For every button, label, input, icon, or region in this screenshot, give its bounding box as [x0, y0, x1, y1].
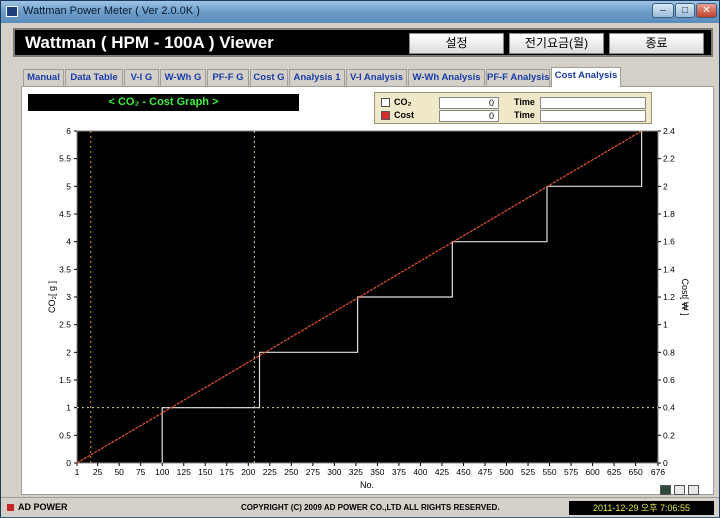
x-tick-label: 300: [327, 467, 341, 477]
zoom-icon[interactable]: [674, 485, 685, 495]
y-left-axis-label: CO₂[ g ]: [47, 281, 57, 313]
x-tick-label: 650: [629, 467, 643, 477]
x-tick-label: 225: [263, 467, 277, 477]
y-right-axis-label: Cost[ ₩ ]: [680, 278, 690, 315]
y-left-tick-label: 2: [66, 347, 71, 357]
y-right-tick-label: 2.4: [663, 126, 675, 136]
y-right-tick-label: 1.6: [663, 237, 675, 247]
x-tick-label: 500: [499, 467, 513, 477]
grid-icon[interactable]: [660, 485, 671, 495]
y-right-tick-label: 1.4: [663, 264, 675, 274]
copyright-text: COPYRIGHT (C) 2009 AD POWER CO.,LTD ALL …: [241, 503, 500, 512]
datetime-display: 2011-12-29 오후 7:06:55: [569, 501, 714, 515]
x-tick-label: 625: [607, 467, 621, 477]
x-tick-label: 550: [542, 467, 556, 477]
x-tick-label: 676: [651, 467, 665, 477]
x-tick-label: 475: [478, 467, 492, 477]
x-axis-label: No.: [360, 480, 374, 490]
logo-text: AD POWER: [18, 502, 68, 512]
x-tick-label: 375: [392, 467, 406, 477]
y-left-tick-label: 6: [66, 126, 71, 136]
status-bar: AD POWER COPYRIGHT (C) 2009 AD POWER CO.…: [1, 497, 719, 517]
x-tick-label: 150: [198, 467, 212, 477]
x-tick-label: 250: [284, 467, 298, 477]
y-right-tick-label: 0: [663, 458, 668, 468]
y-left-tick-label: 5: [66, 181, 71, 191]
x-tick-label: 325: [349, 467, 363, 477]
y-right-tick-label: 1.8: [663, 209, 675, 219]
x-tick-label: 275: [306, 467, 320, 477]
y-left-tick-label: 3.5: [59, 264, 71, 274]
y-right-tick-label: 2.2: [663, 154, 675, 164]
y-right-tick-label: 1.2: [663, 292, 675, 302]
pan-icon[interactable]: [688, 485, 699, 495]
logo-mark-icon: [7, 504, 14, 511]
y-left-tick-label: 1.5: [59, 375, 71, 385]
x-tick-label: 25: [93, 467, 103, 477]
y-right-tick-label: 2: [663, 181, 668, 191]
app-window: Wattman Power Meter ( Ver 2.0.0K ) – □ ✕…: [0, 0, 720, 517]
y-right-tick-label: 0.2: [663, 430, 675, 440]
y-left-tick-label: 4: [66, 237, 71, 247]
y-right-tick-label: 0.8: [663, 347, 675, 357]
y-right-tick-label: 0.6: [663, 375, 675, 385]
x-tick-label: 525: [521, 467, 535, 477]
y-left-tick-label: 2.5: [59, 320, 71, 330]
y-right-tick-label: 0.4: [663, 403, 675, 413]
x-tick-label: 125: [177, 467, 191, 477]
y-left-tick-label: 4.5: [59, 209, 71, 219]
x-tick-label: 75: [136, 467, 146, 477]
y-left-tick-label: 0.5: [59, 430, 71, 440]
x-tick-label: 600: [585, 467, 599, 477]
y-left-tick-label: 1: [66, 403, 71, 413]
x-tick-label: 575: [564, 467, 578, 477]
x-tick-label: 450: [456, 467, 470, 477]
x-tick-label: 425: [435, 467, 449, 477]
x-tick-label: 1: [75, 467, 80, 477]
y-right-tick-label: 1: [663, 320, 668, 330]
company-logo: AD POWER: [7, 502, 68, 512]
x-tick-label: 350: [370, 467, 384, 477]
tab-cost-analysis[interactable]: Cost Analysis: [551, 67, 621, 87]
y-left-tick-label: 3: [66, 292, 71, 302]
x-tick-label: 200: [241, 467, 255, 477]
x-tick-label: 400: [413, 467, 427, 477]
x-tick-label: 50: [114, 467, 124, 477]
x-tick-label: 100: [155, 467, 169, 477]
x-tick-label: 175: [220, 467, 234, 477]
y-left-tick-label: 0: [66, 458, 71, 468]
y-left-tick-label: 5.5: [59, 154, 71, 164]
